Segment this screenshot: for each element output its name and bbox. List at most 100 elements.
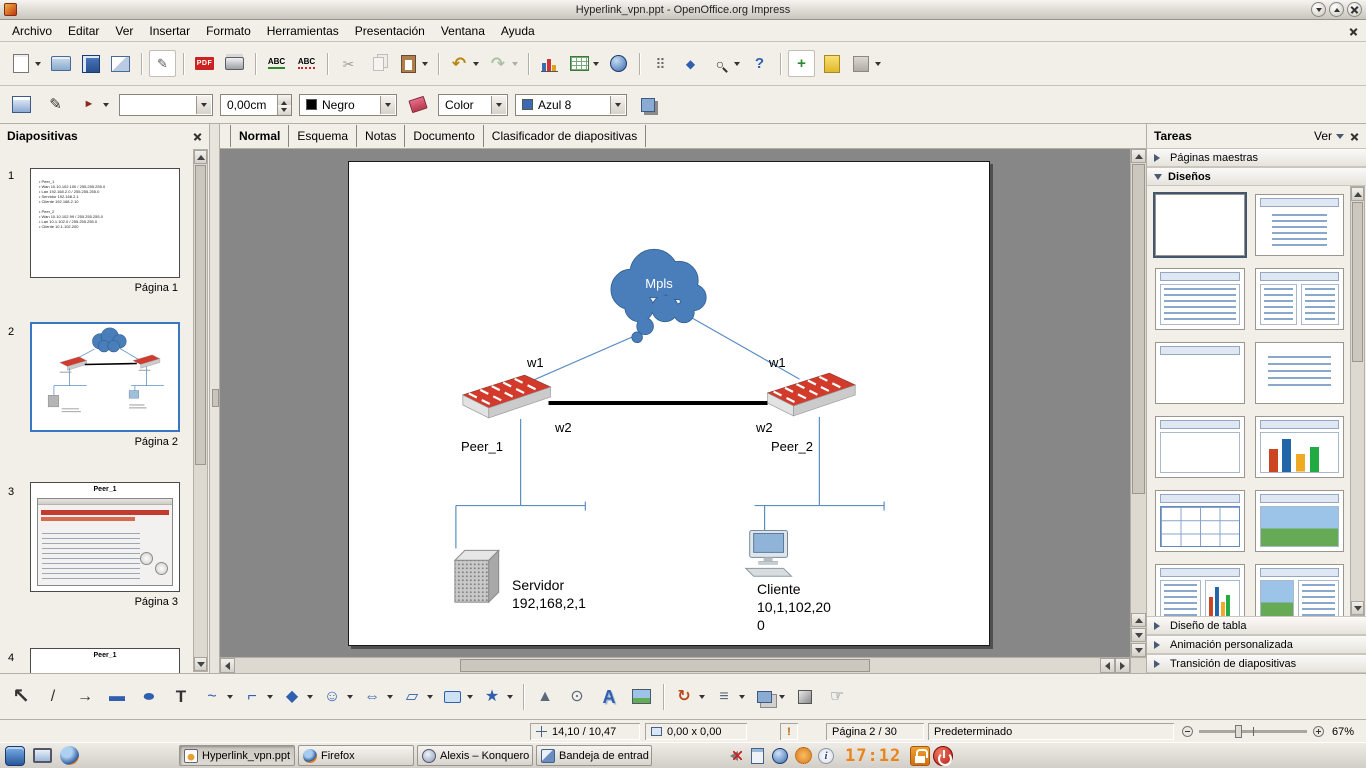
paste-button[interactable] — [395, 50, 431, 77]
new-slide-button[interactable]: + — [788, 50, 815, 77]
extrusion-button[interactable] — [790, 681, 820, 713]
alignment-button[interactable]: ≡ — [710, 681, 748, 713]
close-panel-icon[interactable] — [193, 132, 202, 141]
layouts-scrollbar[interactable] — [1350, 186, 1365, 616]
tab-esquema[interactable]: Esquema — [289, 125, 357, 147]
zoom-percent[interactable]: 67% — [1326, 723, 1362, 740]
copy-button[interactable] — [365, 50, 392, 77]
export-pdf-button[interactable]: PDF — [191, 50, 218, 77]
layout-title-box[interactable] — [1155, 416, 1245, 478]
help-button[interactable]: ? — [746, 50, 773, 77]
line-tool[interactable]: / — [38, 681, 68, 713]
menu-item[interactable]: Formato — [198, 22, 259, 40]
lock-screen-icon[interactable] — [910, 746, 930, 766]
dropdown-icon[interactable] — [380, 96, 395, 114]
scroll-down-button[interactable] — [1131, 643, 1146, 657]
text-tool[interactable]: T — [166, 681, 196, 713]
autospellcheck-button[interactable]: ABC — [293, 50, 320, 77]
scrollbar-thumb[interactable] — [1352, 202, 1363, 362]
w1-right-label[interactable]: w1 — [769, 354, 786, 372]
menu-item[interactable]: Ver — [107, 22, 141, 40]
line-tool-button[interactable]: ✎ — [42, 91, 69, 118]
arrow-style-button[interactable]: ► — [76, 91, 112, 118]
insert-chart-button[interactable] — [536, 50, 563, 77]
layout-title-content[interactable] — [1155, 268, 1245, 330]
layout-title-chart[interactable] — [1255, 416, 1345, 478]
fill-bucket-icon[interactable] — [404, 91, 431, 118]
w2-right-label[interactable]: w2 — [756, 419, 773, 437]
connection-lines[interactable] — [456, 313, 884, 548]
taskbar-button-mail[interactable]: Bandeja de entrad — [536, 745, 652, 766]
tab-notas[interactable]: Notas — [357, 125, 405, 147]
more-commands-button[interactable] — [848, 50, 884, 77]
shadow-button[interactable] — [634, 91, 661, 118]
spin-down-icon[interactable] — [278, 105, 291, 115]
layout-centered-text[interactable] — [1255, 342, 1345, 404]
save-button[interactable] — [77, 50, 104, 77]
router-peer1-icon[interactable] — [463, 375, 551, 418]
next-slide-button[interactable] — [1131, 628, 1146, 642]
redo-button[interactable]: ↷ — [485, 50, 521, 77]
slide-design-button[interactable] — [818, 50, 845, 77]
taskbar-button-impress[interactable]: Hyperlink_vpn.ppt — [179, 745, 295, 766]
view-menu-button[interactable]: Ver — [1314, 129, 1344, 143]
glue-points-button[interactable]: ⊙ — [562, 681, 592, 713]
fill-type-select[interactable]: Color — [438, 94, 508, 116]
arrow-line-tool[interactable]: → — [70, 681, 100, 713]
menu-item[interactable]: Presentación — [347, 22, 433, 40]
spin-up-icon[interactable] — [278, 95, 291, 105]
section-table-design[interactable]: Diseño de tabla — [1147, 616, 1366, 635]
taskbar-button-konqueror[interactable]: Alexis – Konquero — [417, 745, 533, 766]
cut-button[interactable]: ✂ — [335, 50, 362, 77]
layout-title-table[interactable] — [1155, 490, 1245, 552]
scroll-down-button[interactable] — [194, 657, 207, 671]
navigator-button[interactable]: ◆ — [677, 50, 704, 77]
browser-launcher-icon[interactable] — [57, 745, 81, 767]
scroll-left-button[interactable] — [220, 658, 235, 673]
scroll-up-button[interactable] — [1131, 149, 1146, 163]
zoom-slider[interactable] — [1199, 730, 1307, 733]
start-menu-button[interactable] — [3, 745, 27, 767]
interaction-button[interactable]: ☞ — [822, 681, 852, 713]
tab-documento[interactable]: Documento — [405, 125, 483, 147]
connector-tool[interactable]: ⌐ — [238, 681, 276, 713]
klipper-icon[interactable] — [747, 746, 767, 766]
styles-button[interactable] — [8, 91, 35, 118]
peer2-label[interactable]: Peer_2 — [771, 438, 813, 456]
undo-button[interactable]: ↶ — [446, 50, 482, 77]
rectangle-tool[interactable]: ▬ — [102, 681, 132, 713]
zoom-slider-thumb[interactable] — [1235, 725, 1242, 738]
panel-splitter[interactable] — [210, 124, 220, 673]
router-peer2-icon[interactable] — [768, 373, 856, 416]
hyperlink-button[interactable] — [605, 50, 632, 77]
close-button[interactable] — [1347, 2, 1362, 17]
scroll-right-button[interactable] — [1115, 658, 1130, 673]
line-style-select[interactable] — [119, 94, 213, 116]
scrollbar-thumb[interactable] — [1132, 164, 1145, 494]
dropdown-icon[interactable] — [196, 96, 211, 114]
edit-points-button[interactable]: ▲ — [530, 681, 560, 713]
slides-scrollbar[interactable] — [193, 149, 208, 672]
block-arrows-tool[interactable]: ⇔ — [358, 681, 396, 713]
open-button[interactable] — [47, 50, 74, 77]
slide-canvas[interactable]: Mpls w1 w1 w2 w2 Peer_1 Peer_2 Servidor … — [220, 149, 1130, 657]
clock[interactable]: 17:12 — [845, 746, 901, 766]
dropdown-icon[interactable] — [491, 96, 506, 114]
display-grid-button[interactable]: ⠿ — [647, 50, 674, 77]
slide-page[interactable]: Mpls w1 w1 w2 w2 Peer_1 Peer_2 Servidor … — [348, 161, 990, 646]
section-layouts[interactable]: Diseños — [1147, 167, 1366, 186]
scrollbar-thumb[interactable] — [460, 659, 870, 672]
taskbar-button-firefox[interactable]: Firefox — [298, 745, 414, 766]
scroll-down-button[interactable] — [1351, 601, 1364, 615]
slide-thumbnail-4[interactable]: Peer_1 — [30, 648, 180, 673]
mpls-cloud[interactable] — [611, 250, 706, 343]
curve-tool[interactable]: ~ — [198, 681, 236, 713]
menu-item[interactable]: Archivo — [4, 22, 60, 40]
close-panel-icon[interactable] — [1350, 132, 1359, 141]
peer1-label[interactable]: Peer_1 — [461, 438, 503, 456]
insert-table-button[interactable] — [566, 50, 602, 77]
close-document-button[interactable] — [1346, 24, 1361, 39]
menu-item[interactable]: Editar — [60, 22, 107, 40]
mail-document-button[interactable] — [107, 50, 134, 77]
maximize-button[interactable] — [1329, 2, 1344, 17]
